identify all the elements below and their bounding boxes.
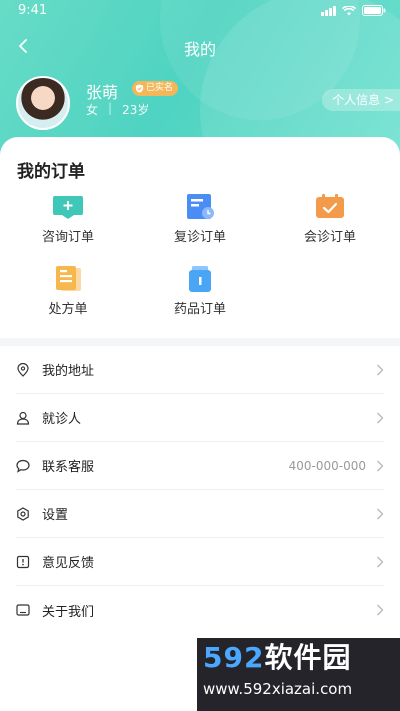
order-label: 咨询订单 <box>41 230 94 245</box>
nav-bar: 我的 <box>0 32 400 62</box>
menu-item-customer-service[interactable]: 联系客服 400-000-000 <box>16 442 384 490</box>
menu-label: 我的地址 <box>42 364 95 379</box>
chevron-right-icon <box>377 412 384 423</box>
chevron-right-icon <box>377 556 384 567</box>
settings-menu: 我的地址 就诊人 联系客服 400-000-000 设置 意见反馈 关于我们 <box>0 346 400 634</box>
order-label: 药品订单 <box>173 302 226 317</box>
chat-icon <box>16 459 30 473</box>
profile-info-button[interactable]: 个人信息 > <box>322 89 400 111</box>
about-icon <box>16 604 30 616</box>
consultation-icon <box>316 194 344 218</box>
order-consultation[interactable]: 会诊订单 <box>280 194 380 250</box>
watermark-url: www.592xiazai.com <box>203 680 353 698</box>
watermark-chinese: 软件园 <box>264 641 352 674</box>
chevron-right-icon <box>377 460 384 471</box>
menu-item-address[interactable]: 我的地址 <box>16 346 384 394</box>
medicine-icon <box>189 266 211 292</box>
chevron-right-icon <box>377 508 384 519</box>
watermark: 592软件园 www.592xiazai.com <box>197 638 400 711</box>
orders-title: 我的订单 <box>17 162 85 182</box>
menu-label: 设置 <box>42 508 69 523</box>
menu-item-patients[interactable]: 就诊人 <box>16 394 384 442</box>
meta-separator: | <box>108 101 113 115</box>
orders-card: 我的订单 咨询订单 复诊订单 会诊订单 处方单 药品订单 <box>0 137 400 341</box>
order-medicine[interactable]: 药品订单 <box>150 266 250 322</box>
user-age: 23岁 <box>122 103 150 117</box>
settings-icon <box>17 506 29 521</box>
watermark-number: 592 <box>203 641 265 674</box>
order-label: 会诊订单 <box>303 230 356 245</box>
chevron-right-icon <box>377 604 384 616</box>
page-title: 我的 <box>183 40 216 59</box>
user-meta: 女 | 23岁 <box>86 101 149 118</box>
menu-label: 意见反馈 <box>42 556 95 571</box>
status-bar: 9:41 <box>0 0 400 24</box>
status-time: 9:41 <box>18 3 48 18</box>
status-icons <box>321 5 386 16</box>
avatar[interactable] <box>16 76 70 130</box>
verified-badge: 已实名 <box>132 81 179 96</box>
watermark-brand: 592软件园 <box>203 638 400 678</box>
menu-item-settings[interactable]: 设置 <box>16 490 384 538</box>
wifi-icon <box>342 5 356 16</box>
chevron-right-icon <box>377 364 384 375</box>
menu-label: 关于我们 <box>42 604 95 620</box>
verified-badge-label: 已实名 <box>146 83 174 93</box>
service-phone: 400-000-000 <box>288 458 366 473</box>
order-consult[interactable]: 咨询订单 <box>18 194 118 250</box>
feedback-icon <box>16 555 30 568</box>
consult-icon <box>53 196 83 219</box>
person-icon <box>16 411 30 425</box>
revisit-icon <box>187 194 214 219</box>
menu-label: 联系客服 <box>42 460 95 475</box>
user-name: 张萌 <box>86 83 119 102</box>
order-revisit[interactable]: 复诊订单 <box>150 194 250 250</box>
battery-icon <box>362 5 386 16</box>
menu-item-feedback[interactable]: 意见反馈 <box>16 538 384 586</box>
verified-shield-icon <box>135 84 144 93</box>
menu-item-about[interactable]: 关于我们 <box>16 586 384 634</box>
order-label: 复诊订单 <box>173 230 226 245</box>
signal-icon <box>321 5 336 16</box>
location-icon <box>17 362 29 377</box>
order-label: 处方单 <box>48 302 88 317</box>
prescription-icon <box>56 266 81 291</box>
section-divider <box>0 338 400 346</box>
menu-label: 就诊人 <box>42 412 82 427</box>
order-prescription[interactable]: 处方单 <box>18 266 118 322</box>
user-gender: 女 <box>86 103 99 117</box>
